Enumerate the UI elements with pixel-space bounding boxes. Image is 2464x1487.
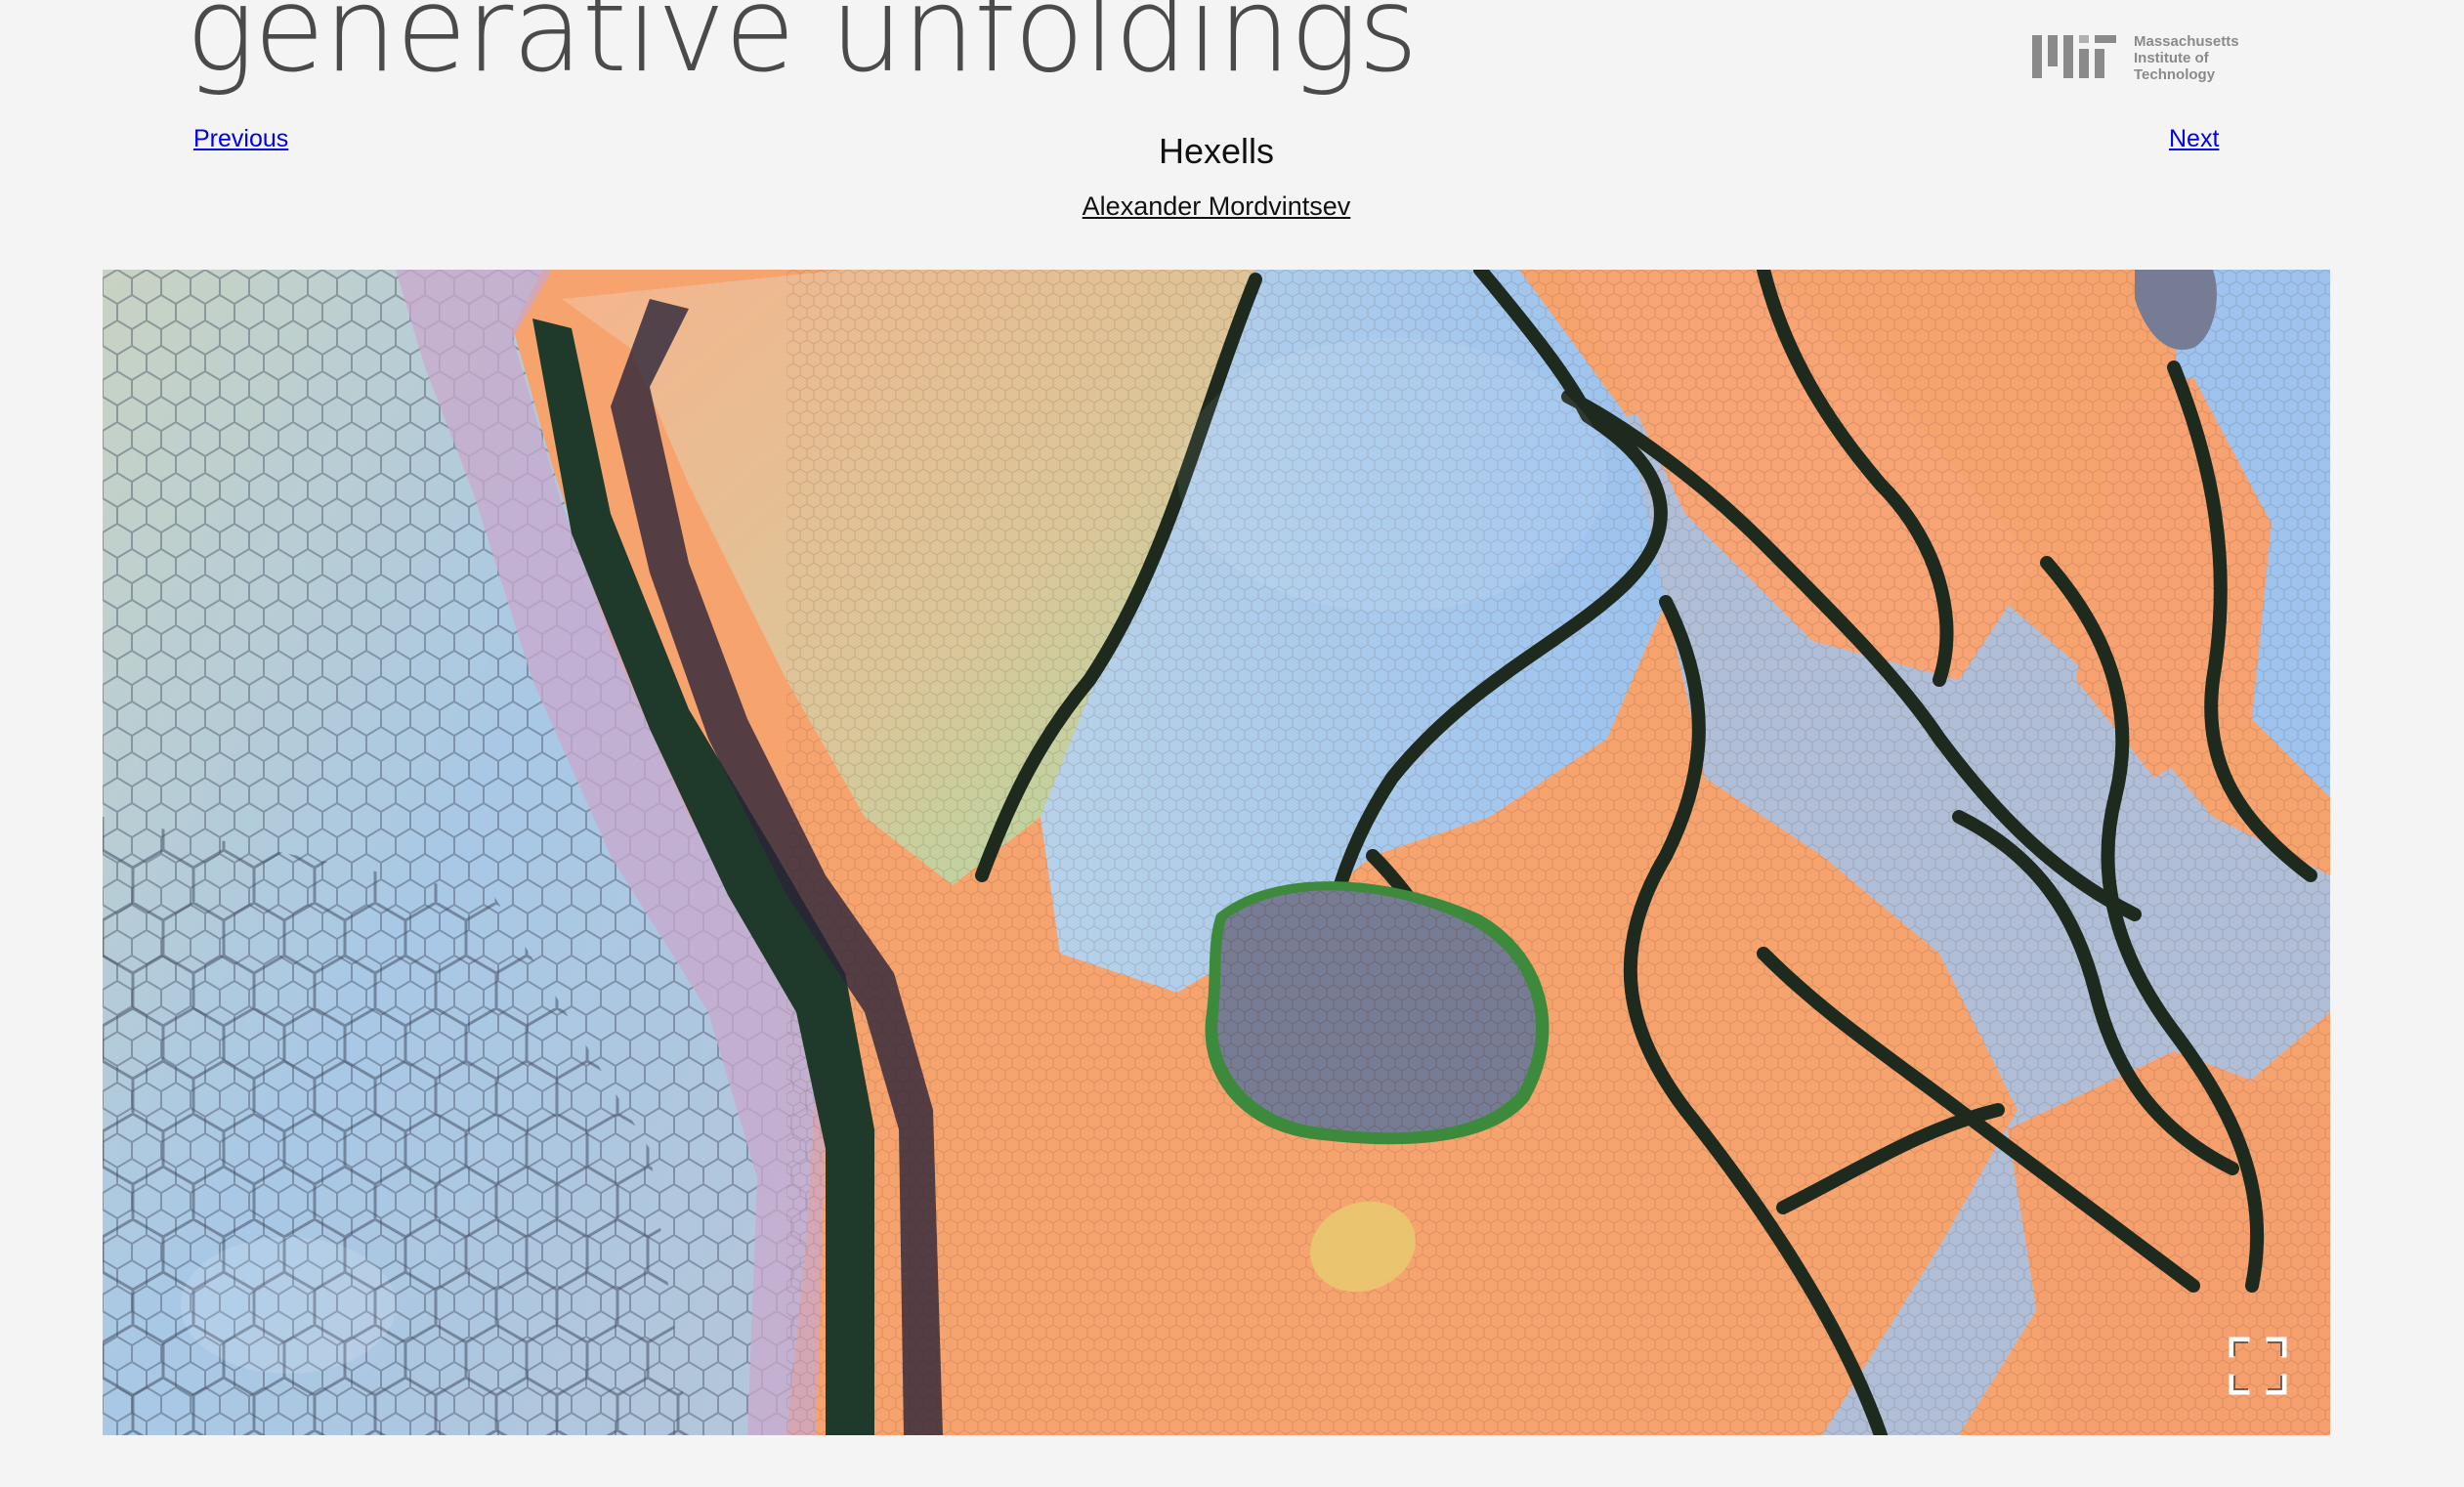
fullscreen-icon[interactable] bbox=[2226, 1334, 2290, 1398]
mit-wordmark: Massachusetts Institute of Technology bbox=[2134, 33, 2239, 83]
mit-line-3: Technology bbox=[2134, 66, 2216, 83]
hexells-artwork bbox=[103, 270, 2330, 1435]
site-title[interactable]: generative unfoldings bbox=[186, 0, 1418, 101]
author-container: Alexander Mordvintsev bbox=[0, 191, 2433, 222]
mit-line-1: Massachusetts bbox=[2134, 33, 2239, 50]
mit-line-2: Institute of bbox=[2134, 50, 2209, 66]
page: generative unfoldings Massachusetts Inst… bbox=[0, 0, 2464, 1487]
mit-logo[interactable]: Massachusetts Institute of Technology bbox=[2032, 29, 2239, 83]
hexells-canvas[interactable] bbox=[103, 270, 2330, 1435]
author-link[interactable]: Alexander Mordvintsev bbox=[1083, 191, 1351, 221]
artwork-title: Hexells bbox=[1158, 131, 1275, 171]
mit-logo-icon bbox=[2032, 35, 2116, 78]
